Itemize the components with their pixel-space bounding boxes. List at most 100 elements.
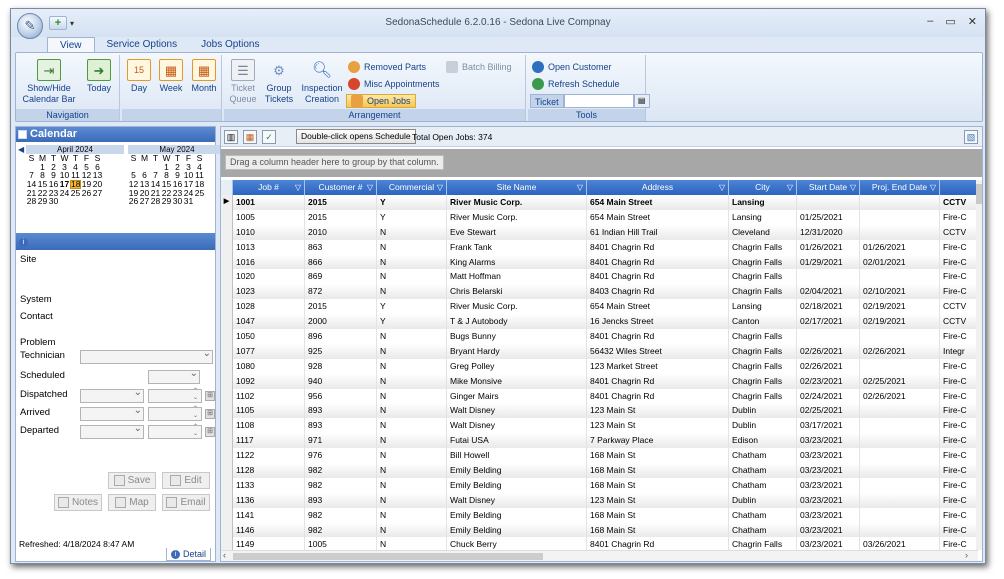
tab-service-options[interactable]: Service Options <box>95 37 190 53</box>
maximize-icon[interactable]: ▭ <box>945 15 955 28</box>
column-header[interactable]: Site Name ▽ <box>447 180 587 195</box>
row-selector[interactable] <box>221 507 233 523</box>
calendar-day[interactable]: 28 <box>150 197 161 206</box>
filter-icon[interactable]: ▽ <box>367 180 373 195</box>
row-selector[interactable] <box>221 418 233 434</box>
table-row[interactable]: 1102 956 N Ginger Mairs 8401 Chagrin Rd Chagr… <box>221 388 978 404</box>
open-jobs-button[interactable]: Open Jobs <box>346 94 416 108</box>
table-row[interactable]: 1010 2010 N Eve Stewart 61 Indian Hill Trail… <box>221 224 978 240</box>
removed-parts-button[interactable]: Removed Parts <box>348 60 426 74</box>
batch-billing-button[interactable]: Batch Billing <box>446 60 512 74</box>
table-row[interactable]: 1105 893 N Walt Disney 123 Main St Dublin 02/2… <box>221 403 978 419</box>
table-row[interactable]: 1122 976 N Bill Howell 168 Main St Chatham 03/… <box>221 448 978 464</box>
ticket-queue-button[interactable]: ☰ Ticket Queue <box>228 59 258 105</box>
minimize-icon[interactable]: – <box>927 15 933 28</box>
row-selector[interactable] <box>221 537 233 550</box>
dispatched-date-dropdown[interactable] <box>80 387 144 403</box>
calendar-day[interactable]: 26 <box>81 189 92 198</box>
filter-icon[interactable]: ▽ <box>850 180 856 195</box>
open-customer-button[interactable]: Open Customer <box>532 60 612 74</box>
row-selector[interactable] <box>221 343 233 359</box>
table-row[interactable]: 1141 982 N Emily Belding 168 Main St Chatham 0… <box>221 507 978 523</box>
arrived-time-spinner[interactable] <box>148 406 202 421</box>
calendar-day[interactable]: 31 <box>183 197 194 206</box>
calendar-day[interactable]: 29 <box>37 197 48 206</box>
vertical-scrollbar[interactable] <box>976 180 982 550</box>
row-selector[interactable] <box>221 373 233 389</box>
current-row-indicator-icon[interactable]: ▶ <box>221 195 233 210</box>
filter-icon[interactable]: ▽ <box>295 180 301 195</box>
table-row[interactable]: 1047 2000 Y T & J Autobody 16 Jencks Street C… <box>221 314 978 330</box>
calendar-day[interactable]: 24 <box>59 189 70 198</box>
table-row[interactable]: 1023 872 N Chris Belarski 8403 Chagrin Rd Cha… <box>221 284 978 300</box>
table-row[interactable]: 1117 971 N Futai USA 7 Parkway Place Edison 03… <box>221 433 978 449</box>
column-header[interactable]: Address ▽ <box>587 180 729 195</box>
table-row[interactable]: 1128 982 N Emily Belding 168 Main St Chatham 0… <box>221 463 978 478</box>
calendar-day[interactable]: 28 <box>26 197 37 206</box>
notes-button[interactable]: Notes <box>54 494 102 511</box>
row-selector[interactable] <box>221 388 233 404</box>
column-header[interactable] <box>940 180 978 195</box>
refresh-schedule-button[interactable]: Refresh Schedule <box>532 77 620 91</box>
row-selector[interactable] <box>221 329 233 344</box>
calendar-day[interactable]: 25 <box>194 189 205 198</box>
row-selector[interactable] <box>221 463 233 478</box>
row-selector[interactable] <box>221 269 233 285</box>
filter-icon[interactable]: ▽ <box>719 180 725 195</box>
double-click-opens-schedule-button[interactable]: Double-click opens Schedule <box>296 129 416 144</box>
row-selector[interactable] <box>221 477 233 493</box>
day-view-button[interactable]: 15 Day <box>126 59 152 94</box>
chart-icon[interactable]: ▧ <box>964 130 978 144</box>
dispatched-clear-button[interactable]: ⊞ <box>205 391 215 401</box>
ticket-input[interactable] <box>563 94 634 108</box>
calendar-day[interactable]: 29 <box>161 197 172 206</box>
inspection-creation-button[interactable]: 🔍︎ Inspection Creation <box>300 59 344 105</box>
vertical-scroll-thumb[interactable] <box>976 184 982 204</box>
row-selector[interactable] <box>221 403 233 419</box>
calendar-day[interactable]: 27 <box>139 197 150 206</box>
table-row[interactable]: 1005 2015 Y River Music Corp. 654 Main Stree… <box>221 209 978 225</box>
table-row[interactable]: 1136 893 N Walt Disney 123 Main St Dublin 03/2… <box>221 492 978 508</box>
row-selector[interactable] <box>221 358 233 374</box>
arrived-date-dropdown[interactable] <box>80 405 144 421</box>
month-view-button[interactable]: ▦ Month <box>188 59 220 94</box>
ticket-lookup-button[interactable]: ▤ <box>633 94 650 108</box>
email-button[interactable]: Email <box>162 494 210 511</box>
table-row[interactable]: 1080 928 N Greg Polley 123 Market Street Chag… <box>221 358 978 374</box>
horizontal-scrollbar[interactable]: ‹ › <box>221 550 978 561</box>
calendar-day[interactable]: 27 <box>92 189 103 198</box>
arrived-clear-button[interactable]: ⊞ <box>205 409 215 419</box>
filter-icon[interactable]: ▽ <box>437 180 443 195</box>
departed-clear-button[interactable]: ⊞ <box>205 427 215 437</box>
table-row[interactable]: 1013 863 N Frank Tank 8401 Chagrin Rd Chagrin… <box>221 239 978 255</box>
table-row[interactable]: 1149 1005 N Chuck Berry 8401 Chagrin Rd Chagr… <box>221 537 978 550</box>
table-row[interactable]: 1077 925 N Bryant Hardy 56432 Wiles Street Ch… <box>221 343 978 359</box>
departed-date-dropdown[interactable] <box>80 423 144 439</box>
column-header[interactable]: Job # ▽ <box>233 180 305 195</box>
row-selector[interactable] <box>221 448 233 464</box>
calendar-day[interactable]: 30 <box>48 197 59 206</box>
row-selector[interactable] <box>221 239 233 255</box>
filter-icon[interactable]: ▽ <box>930 180 936 195</box>
row-selector[interactable] <box>221 254 233 270</box>
table-row[interactable]: 1050 896 N Bugs Bunny 8401 Chagrin Rd Chagrin… <box>221 329 978 344</box>
save-button[interactable]: Save <box>108 472 156 489</box>
calendar-icon[interactable]: ▦ <box>243 130 257 144</box>
scheduled-dropdown[interactable] <box>148 368 200 384</box>
table-row[interactable]: 1016 866 N King Alarms 8401 Chagrin Rd Chagri… <box>221 254 978 270</box>
row-selector[interactable] <box>221 522 233 538</box>
group-tickets-button[interactable]: ⚙ Group Tickets <box>262 59 296 105</box>
edit-button[interactable]: Edit <box>162 472 210 489</box>
row-selector[interactable] <box>221 284 233 300</box>
dispatched-time-spinner[interactable] <box>148 388 202 403</box>
row-selector[interactable] <box>221 209 233 225</box>
table-row[interactable]: 1028 2015 Y River Music Corp. 654 Main Stree… <box>221 299 978 315</box>
column-header[interactable]: Start Date ▽ <box>797 180 860 195</box>
show-hide-calendar-button[interactable]: ⇥ Show/Hide Calendar Bar <box>22 59 76 105</box>
column-chooser-icon[interactable] <box>221 180 233 195</box>
table-row[interactable]: ▶ 1001 2015 Y River Music Corp. 654 Main Stre… <box>221 195 978 210</box>
group-by-area[interactable]: Drag a column header here to group by th… <box>221 149 982 177</box>
layout-icon[interactable]: ▥ <box>224 130 238 144</box>
row-selector[interactable] <box>221 314 233 330</box>
row-selector[interactable] <box>221 224 233 240</box>
